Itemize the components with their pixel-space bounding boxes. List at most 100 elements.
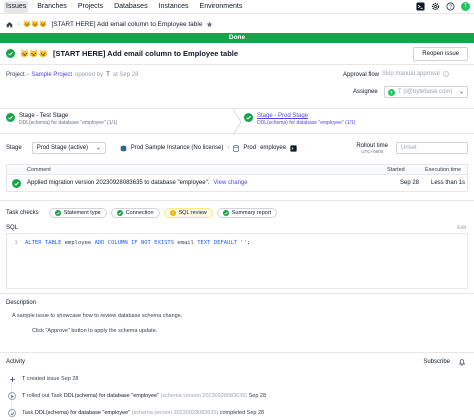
project-line: Project - Sample Project opened by T at …	[6, 72, 138, 78]
sql-label: SQL	[6, 225, 19, 231]
sql-text: email	[174, 240, 198, 246]
task-table: Comment Started Execution time Applied m…	[6, 164, 468, 192]
sql-edit-button[interactable]: Edit	[457, 225, 466, 231]
rollout-time-input[interactable]: Unset	[396, 142, 468, 154]
chevron-right-icon: ›	[227, 145, 230, 151]
nav-branches[interactable]: Branches	[35, 1, 69, 13]
task-checks-label: Task checks	[6, 210, 39, 216]
row-status-icon	[12, 175, 21, 191]
nav-instances[interactable]: Instances	[157, 1, 191, 13]
sql-text: employee	[61, 240, 95, 246]
home-icon[interactable]	[6, 21, 13, 28]
stage-test[interactable]: Stage - Test Stage DDL(schema) for datab…	[6, 113, 117, 126]
check-label: Connection	[125, 210, 154, 216]
database-icon	[233, 144, 240, 152]
stage-task: DDL(schema) for database "employee" (1/1…	[257, 120, 356, 126]
stage-select-value: Prod Stage (active)	[36, 145, 89, 151]
divider	[0, 293, 474, 294]
activity-text: rolled out Task	[26, 393, 63, 399]
rollout-icon	[8, 392, 16, 400]
check-success-icon	[222, 210, 229, 216]
stage-done-icon	[244, 113, 253, 122]
breadcrumb-separator: ›	[17, 20, 20, 28]
nav-databases[interactable]: Databases	[112, 1, 149, 13]
check-warning-icon	[169, 210, 176, 216]
nav-projects[interactable]: Projects	[76, 1, 105, 13]
check-connection[interactable]: Connection	[110, 208, 160, 218]
sql-string: ''	[236, 240, 247, 246]
sql-keyword: TEXT DEFAULT	[197, 240, 237, 246]
star-icon[interactable]	[206, 21, 213, 28]
stage-name: Stage - Test Stage	[19, 113, 69, 119]
approval-flow-value: Skip manual approval	[382, 71, 449, 77]
activity-actor[interactable]: T	[22, 376, 25, 382]
issue-title: [START HERE] Add email column to Employe…	[53, 49, 239, 58]
table-row: Applied migration version 20230928083635…	[7, 175, 467, 191]
sql-editor-icon[interactable]	[290, 144, 297, 152]
divider	[0, 64, 474, 65]
done-check-icon	[6, 49, 15, 58]
instance-name[interactable]: Prod Sample Instance (No license)	[131, 145, 224, 151]
status-banner: Done	[0, 33, 474, 43]
stage-pipeline: Stage - Test Stage DDL(schema) for datab…	[0, 108, 474, 135]
check-summary-report[interactable]: Summary report	[216, 208, 278, 218]
gear-icon[interactable]	[431, 2, 440, 11]
issue-header: 🐱🐱🐱 [START HERE] Add email column to Emp…	[0, 45, 474, 62]
description-line-1: A sample issue to showcase how to review…	[12, 313, 183, 319]
database-env: Prod	[243, 145, 257, 151]
check-statement-type[interactable]: Statement type	[48, 208, 107, 218]
assignee-value: T (t@bytebase.com)	[398, 89, 453, 95]
assignee-select[interactable]: T T (t@bytebase.com)	[384, 86, 468, 98]
reopen-issue-button[interactable]: Reopen issue	[413, 46, 468, 61]
bell-icon[interactable]	[458, 358, 466, 366]
database-name[interactable]: employee	[260, 145, 286, 151]
sql-text: ;	[246, 240, 251, 246]
nav-environments[interactable]: Environments	[198, 1, 245, 13]
check-label: Summary report	[231, 210, 272, 216]
stage-name: Stage - Prod Stage	[257, 113, 309, 119]
activity-task-link[interactable]: DDL(schema) for database "employee"	[64, 393, 159, 399]
check-label: Statement type	[63, 210, 101, 216]
subscribe-button[interactable]: Subscribe	[423, 359, 450, 365]
stage-prod[interactable]: Stage - Prod Stage DDL(schema) for datab…	[244, 113, 355, 126]
project-prefix: Project -	[6, 72, 29, 78]
breadcrumb: › 🐱🐱🐱 [START HERE] Add email column to E…	[0, 15, 474, 33]
activity-date: completed Sep 28	[219, 410, 265, 416]
opener-name[interactable]: T	[106, 72, 110, 78]
activity-task-link[interactable]: DDL(schema) for database "employee"	[35, 410, 130, 416]
user-avatar[interactable]: T	[461, 2, 470, 11]
nav-actions: ? T	[416, 2, 470, 11]
stage-done-icon	[6, 113, 15, 122]
opened-by-text: opened by	[75, 72, 104, 78]
breadcrumb-emoji: 🐱🐱🐱	[23, 21, 48, 28]
stage-arrow-divider	[232, 109, 242, 135]
activity-actor[interactable]: T	[22, 393, 25, 399]
sql-editor[interactable]: 1 ALTER TABLE employee ADD COLUMN IF NOT …	[6, 233, 468, 289]
activity-label: Activity	[6, 359, 26, 365]
col-execution-time: Execution time	[425, 166, 462, 173]
chevron-down-icon	[459, 90, 464, 95]
task-checks: Task checks Statement type Connection SQ…	[6, 208, 278, 218]
line-number: 1	[14, 240, 18, 246]
activity-version: (schema version 20230928083635)	[160, 393, 248, 399]
stage-select[interactable]: Prod Stage (active)	[31, 142, 106, 154]
sql-keyword: ADD COLUMN IF NOT EXISTS	[94, 240, 175, 246]
project-link[interactable]: Sample Project	[31, 72, 72, 78]
assignee-label: Assignee	[353, 89, 378, 95]
divider	[0, 200, 474, 201]
info-icon[interactable]	[442, 71, 449, 77]
rollout-time-label: Rollout time UTC+0800	[356, 143, 388, 154]
terminal-icon[interactable]	[416, 2, 425, 11]
approval-flow-label: Approval flow	[343, 72, 380, 78]
stage-selector-row: Stage Prod Stage (active) Prod Sample In…	[6, 139, 468, 157]
nav-issues[interactable]: Issues	[4, 0, 29, 13]
activity-item: T rolled out Task DDL(schema) for databa…	[8, 392, 266, 400]
row-duration: Less than 1s	[431, 180, 466, 186]
help-icon[interactable]: ?	[446, 2, 455, 11]
check-sql-review[interactable]: SQL review	[163, 208, 213, 218]
issue-emoji: 🐱🐱🐱	[20, 49, 49, 58]
stage-label: Stage	[6, 145, 22, 151]
activity-date: Sep 28	[248, 393, 267, 399]
view-change-link[interactable]: View change	[213, 180, 247, 186]
description-label: Description	[6, 300, 37, 306]
